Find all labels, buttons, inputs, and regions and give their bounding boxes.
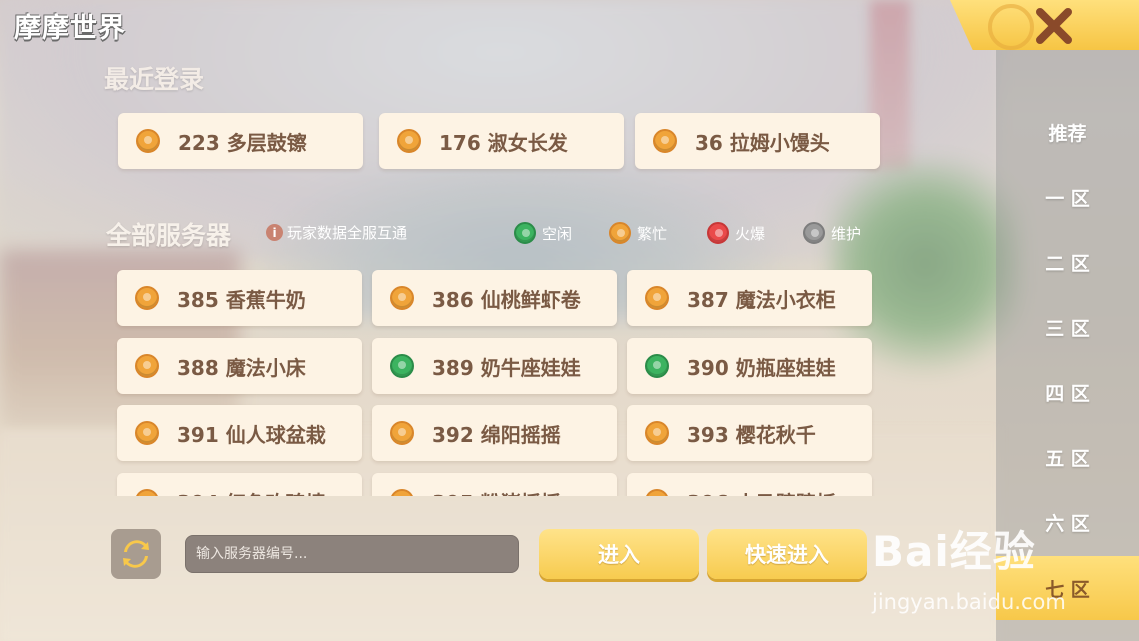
busy-status-icon bbox=[135, 286, 159, 310]
legend-label: 维护 bbox=[831, 224, 862, 243]
server-name: 393 樱花秋千 bbox=[687, 422, 816, 447]
server-name: 386 仙桃鲜虾卷 bbox=[432, 287, 581, 312]
idle-status-icon bbox=[390, 354, 414, 378]
recent-server-card[interactable]: 176 淑女长发 bbox=[379, 113, 624, 169]
server-card[interactable]: 395 粉猪摇摇 bbox=[372, 473, 617, 496]
recent-server-card[interactable]: 223 多层鼓镲 bbox=[118, 113, 363, 169]
server-card[interactable]: 389 奶牛座娃娃 bbox=[372, 338, 617, 394]
all-servers-title: 全部服务器 bbox=[106, 221, 232, 250]
data-sync-text: 玩家数据全服互通 bbox=[287, 224, 408, 242]
busy-status-icon bbox=[397, 129, 421, 153]
server-card[interactable]: 390 奶瓶座娃娃 bbox=[627, 338, 872, 394]
server-name: 176 淑女长发 bbox=[439, 130, 568, 155]
server-card[interactable]: 393 樱花秋千 bbox=[627, 405, 872, 461]
server-card[interactable]: 396 小马蹄蹄板 bbox=[627, 473, 872, 496]
recent-login-title: 最近登录 bbox=[104, 65, 205, 94]
legend-label: 繁忙 bbox=[637, 224, 668, 243]
busy-status-icon bbox=[390, 286, 414, 310]
legend-label: 空闲 bbox=[542, 224, 573, 243]
server-name: 389 奶牛座娃娃 bbox=[432, 355, 581, 380]
zone-tab-recommended[interactable]: 推荐 bbox=[996, 110, 1139, 154]
busy-status-icon bbox=[609, 222, 631, 244]
legend-idle: 空闲 bbox=[514, 222, 572, 244]
busy-status-icon bbox=[136, 129, 160, 153]
zone-tab-4[interactable]: 四 区 bbox=[996, 370, 1139, 414]
busy-status-icon bbox=[645, 489, 669, 496]
server-card[interactable]: 388 魔法小床 bbox=[117, 338, 362, 394]
server-name: 396 小马蹄蹄板 bbox=[687, 487, 836, 497]
server-name: 36 拉姆小馒头 bbox=[695, 130, 830, 155]
server-name: 388 魔法小床 bbox=[177, 355, 306, 380]
busy-status-icon bbox=[135, 489, 159, 496]
server-name: 387 魔法小衣柜 bbox=[687, 287, 836, 312]
server-name: 395 粉猪摇摇 bbox=[432, 487, 561, 497]
server-name: 392 绵阳摇摇 bbox=[432, 422, 561, 447]
info-icon: i bbox=[266, 224, 283, 241]
legend-hot: 火爆 bbox=[707, 222, 765, 244]
hot-status-icon bbox=[707, 222, 729, 244]
zone-tab-2[interactable]: 二 区 bbox=[996, 240, 1139, 284]
refresh-icon bbox=[123, 540, 149, 568]
decorative-badge-icon bbox=[988, 4, 1034, 50]
app-logo: 摩摩世界 bbox=[14, 13, 126, 44]
legend-busy: 繁忙 bbox=[609, 222, 667, 244]
watermark: Bai经验 bbox=[872, 527, 1036, 576]
server-card[interactable]: 385 香蕉牛奶 bbox=[117, 270, 362, 326]
data-sync-notice: i 玩家数据全服互通 bbox=[266, 222, 407, 243]
server-card[interactable]: 392 绵阳摇摇 bbox=[372, 405, 617, 461]
idle-status-icon bbox=[514, 222, 536, 244]
server-name: 390 奶瓶座娃娃 bbox=[687, 355, 836, 380]
zone-tab-3[interactable]: 三 区 bbox=[996, 305, 1139, 349]
server-number-input[interactable] bbox=[185, 535, 519, 573]
busy-status-icon bbox=[653, 129, 677, 153]
busy-status-icon bbox=[135, 354, 159, 378]
idle-status-icon bbox=[645, 354, 669, 378]
legend-label: 火爆 bbox=[735, 224, 766, 243]
busy-status-icon bbox=[390, 421, 414, 445]
busy-status-icon bbox=[645, 421, 669, 445]
server-name: 385 香蕉牛奶 bbox=[177, 287, 306, 312]
server-name: 391 仙人球盆栽 bbox=[177, 422, 326, 447]
quick-enter-button[interactable]: 快速进入 bbox=[707, 529, 867, 579]
watermark-url: jingyan.baidu.com bbox=[872, 590, 1066, 614]
server-card[interactable]: 387 魔法小衣柜 bbox=[627, 270, 872, 326]
server-card[interactable]: 386 仙桃鲜虾卷 bbox=[372, 270, 617, 326]
legend-maintenance: 维护 bbox=[803, 222, 861, 244]
busy-status-icon bbox=[645, 286, 669, 310]
server-card[interactable]: 391 仙人球盆栽 bbox=[117, 405, 362, 461]
server-card[interactable]: 394 红色玫瑰墙 bbox=[117, 473, 362, 496]
zone-tab-1[interactable]: 一 区 bbox=[996, 175, 1139, 219]
close-icon[interactable] bbox=[1034, 6, 1074, 46]
refresh-button[interactable] bbox=[111, 529, 161, 579]
server-grid[interactable]: 385 香蕉牛奶 386 仙桃鲜虾卷 387 魔法小衣柜 388 魔法小床 38… bbox=[110, 262, 890, 496]
busy-status-icon bbox=[390, 489, 414, 496]
server-name: 394 红色玫瑰墙 bbox=[177, 487, 326, 497]
enter-button[interactable]: 进入 bbox=[539, 529, 699, 579]
busy-status-icon bbox=[135, 421, 159, 445]
recent-server-card[interactable]: 36 拉姆小馒头 bbox=[635, 113, 880, 169]
server-name: 223 多层鼓镲 bbox=[178, 130, 307, 155]
maintenance-status-icon bbox=[803, 222, 825, 244]
zone-tab-5[interactable]: 五 区 bbox=[996, 435, 1139, 479]
